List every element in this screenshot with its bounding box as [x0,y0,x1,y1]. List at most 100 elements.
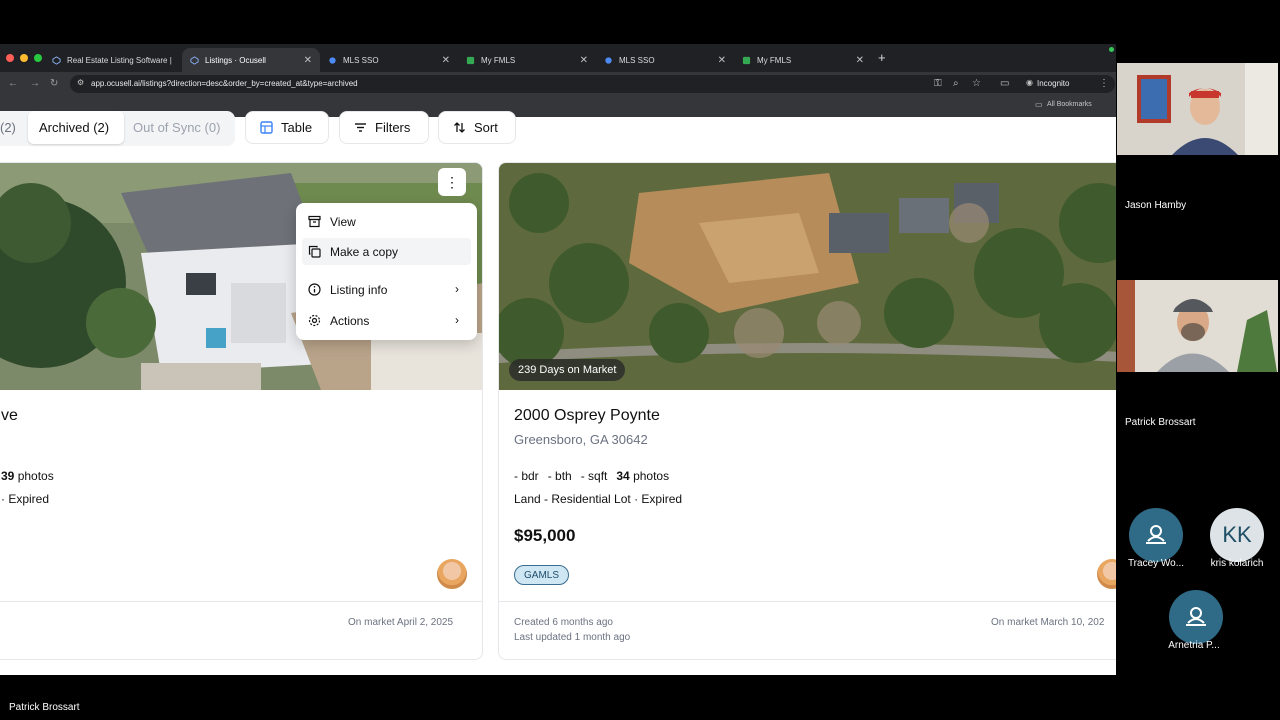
menu-item-label: Make a copy [330,244,399,259]
listing-stats: - bdr - bth - sqft 34 photos [514,469,669,483]
table-view-label: Table [281,120,313,135]
photos-label: photos [633,469,670,483]
tab-label: My FMLS [757,55,792,65]
created-date: Created 6 months ago [514,617,613,628]
menu-item-view[interactable]: View [302,208,471,235]
bedrooms: - bdr [514,469,539,483]
incognito-label: Incognito [1037,79,1070,88]
agent-avatar[interactable] [1096,558,1116,590]
window-controls [6,54,42,62]
shield-favicon-icon [329,56,336,64]
minimize-window-icon[interactable] [20,54,28,62]
close-tab-icon[interactable]: ✕ [304,55,312,66]
listing-card[interactable]: 239 Days on Market 2000 Osprey Poynte Gr… [498,162,1116,660]
zoom-icon[interactable]: ⌕ [953,78,959,89]
key-icon[interactable]: ⚿ [934,78,942,89]
listing-photo-aerial-land [499,163,1116,390]
shared-screen: Real Estate Listing Software | Listings … [0,44,1116,675]
segment-out-of-sync[interactable]: Out of Sync (0) [133,111,220,144]
participant-avatar-initials[interactable]: KK [1210,508,1264,562]
menu-item-label: View [330,214,356,229]
participant-name: Tracey Wo... [1127,558,1185,569]
menu-item-make-copy[interactable]: Make a copy [302,238,471,265]
folder-icon: ▭ [1035,100,1043,109]
presenter-name: Patrick Brossart [9,702,80,713]
participant-name: kris kolarich [1210,558,1264,569]
browser-tab[interactable]: Real Estate Listing Software | [44,48,180,72]
participant-video-tile[interactable] [1117,63,1278,155]
filter-icon [355,123,366,132]
table-view-button[interactable]: Table [245,111,329,144]
sort-button[interactable]: Sort [438,111,516,144]
browser-tab[interactable]: MLS SSO ✕ [320,48,458,72]
chevron-right-icon: › [455,282,459,296]
browser-tab-bar: Real Estate Listing Software | Listings … [0,44,1116,72]
menu-item-actions[interactable]: Actions › [302,307,471,334]
tab-search-icon[interactable]: ▭ [1000,78,1009,89]
new-tab-icon[interactable]: + [878,50,886,65]
days-on-market-badge: 239 Days on Market [509,359,626,381]
listing-title[interactable]: ve [1,407,18,425]
on-market-date: On market March 10, 202 [991,617,1105,628]
close-tab-icon[interactable]: ✕ [442,55,450,66]
url-text: app.ocusell.ai/listings?direction=desc&o… [91,79,358,88]
browser-menu-icon[interactable]: ⋮ [1099,78,1109,89]
browser-tab[interactable]: MLS SSO ✕ [596,48,734,72]
incognito-icon: ◉ [1026,78,1033,87]
listing-status: · Expired [1,492,50,506]
on-market-date: On market April 2, 2025 [348,617,454,628]
shield-favicon-icon [605,56,612,64]
ocusell-favicon-icon [52,55,61,65]
participant-avatar[interactable] [1129,508,1183,562]
segment-archived[interactable]: Archived (2) [39,111,109,144]
site-info-icon[interactable]: ⚙ [77,78,84,87]
card-divider [499,601,1116,602]
close-window-icon[interactable] [6,54,14,62]
participant-name: Jason Hamby [1125,200,1187,211]
fmls-favicon-icon [466,56,475,64]
photos-count: 34 [616,469,630,483]
participant-avatar[interactable] [1169,590,1223,644]
participant-name: Patrick Brossart [1125,417,1196,428]
browser-tab-active[interactable]: Listings · Ocusell ✕ [182,48,320,72]
square-feet: - sqft [580,469,608,483]
reload-icon[interactable]: ↻ [50,78,58,89]
listing-location: Greensboro, GA 30642 [514,432,648,447]
filter-toolbar: (2) Archived (2) Out of Sync (0) Table F… [0,111,1116,149]
segment-prev-count[interactable]: (2) [0,111,16,144]
close-tab-icon[interactable]: ✕ [856,55,864,66]
participant-video [1117,280,1278,372]
sort-label: Sort [474,120,498,135]
close-tab-icon[interactable]: ✕ [580,55,588,66]
star-icon[interactable]: ☆ [972,78,981,89]
listings-page: (2) Archived (2) Out of Sync (0) Table F… [0,111,1116,675]
forward-icon[interactable]: → [30,78,40,89]
more-options-button[interactable]: ⋮ [438,168,466,196]
listing-card[interactable]: ⋮ ve 39 photos · Expired On market April… [0,162,483,660]
listing-price: $95,000 [514,526,576,545]
browser-tab[interactable]: My FMLS ✕ [734,48,872,72]
listing-title[interactable]: 2000 Osprey Poynte [514,407,660,425]
photos-label: photos [17,469,54,483]
menu-item-listing-info[interactable]: Listing info › [302,276,471,303]
tab-label: MLS SSO [343,55,379,65]
participant-video-tile[interactable] [1117,280,1278,372]
archive-box-icon [308,215,321,228]
back-icon[interactable]: ← [8,78,18,89]
info-icon [308,283,321,296]
participant-name: Arnetria P... [1168,640,1220,651]
filters-label: Filters [375,120,411,135]
browser-tab[interactable]: My FMLS ✕ [458,48,596,72]
sort-icon [454,122,465,133]
maximize-window-icon[interactable] [34,54,42,62]
fmls-favicon-icon [742,56,751,64]
listing-type-status: Land - Residential Lot · Expired [514,492,683,506]
agent-avatar[interactable] [436,558,468,590]
copy-icon [308,245,321,258]
gear-icon [308,314,321,327]
all-bookmarks-link[interactable]: All Bookmarks [1047,101,1092,108]
close-tab-icon[interactable]: ✕ [718,55,726,66]
filters-button[interactable]: Filters [339,111,429,144]
tab-label: My FMLS [481,55,516,65]
card-divider [0,601,482,602]
